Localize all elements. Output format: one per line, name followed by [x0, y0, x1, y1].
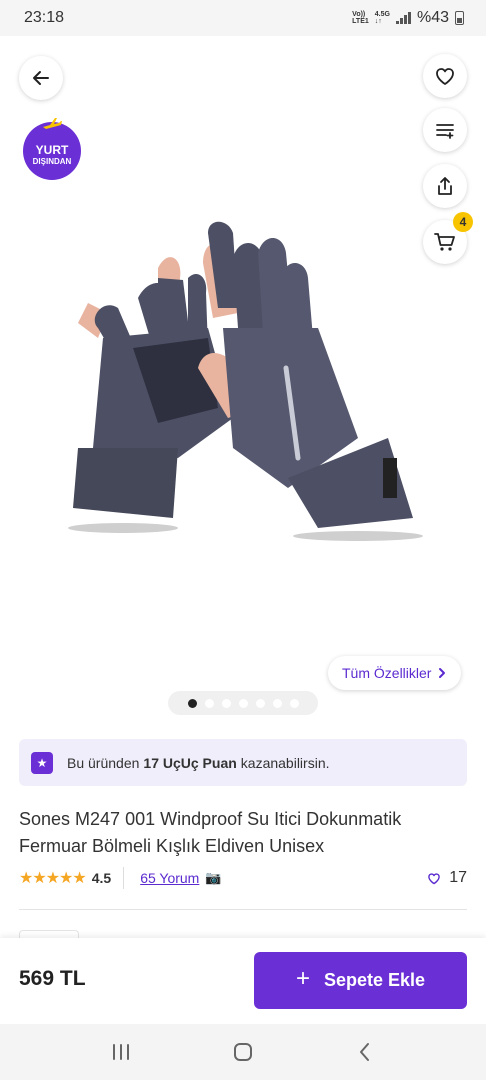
share-icon [438, 177, 452, 195]
badge-line-1: YURT [35, 142, 69, 157]
camera-icon: 📷 [205, 870, 222, 885]
back-button[interactable] [19, 56, 63, 100]
compare-button[interactable] [423, 108, 467, 152]
favorites-count[interactable]: 17 [427, 869, 469, 887]
badge-line-2: DIŞINDAN [32, 156, 72, 166]
carousel-dot[interactable] [289, 698, 299, 708]
favorites-value: 17 [449, 869, 467, 886]
product-price: 569 TL [19, 967, 86, 990]
back-system-button[interactable] [345, 1032, 385, 1072]
battery-icon [455, 11, 464, 25]
heart-icon [428, 872, 440, 884]
status-bar: 23:18 Vo)) LTE1 4.5G ↓↑ %43 [0, 0, 486, 36]
add-to-cart-button[interactable]: + Sepete Ekle [254, 952, 467, 1009]
status-icons: Vo)) LTE1 4.5G ↓↑ %43 [352, 9, 464, 27]
chevron-left-icon [360, 1043, 369, 1061]
ticket-star-icon: ★ [31, 751, 53, 774]
network-type-indicator: 4.5G ↓↑ [375, 11, 390, 25]
recent-apps-button[interactable] [101, 1032, 141, 1072]
cart-button[interactable]: 4 [423, 212, 473, 264]
battery-percent: %43 [416, 9, 449, 26]
plus-icon: + [295, 965, 310, 992]
points-suffix: kazanabilirsin. [240, 754, 330, 771]
carousel-dot[interactable] [272, 698, 282, 708]
home-icon [234, 1043, 252, 1061]
product-image [68, 221, 423, 541]
carousel-indicator[interactable] [168, 691, 318, 715]
network-type-label: 4.5G [374, 11, 390, 18]
star-rating-icon: ★★★★★ [19, 870, 87, 887]
signal-icon [395, 12, 411, 24]
bottom-purchase-bar: 569 TL + Sepete Ekle [0, 938, 486, 1024]
share-button[interactable] [423, 164, 467, 208]
carousel-dot[interactable] [238, 698, 248, 708]
cart-icon [434, 233, 455, 251]
airplane-icon [43, 118, 62, 129]
compare-list-icon [436, 124, 454, 139]
rating-row: ★★★★★ 4.5 65 Yorum 📷 17 [19, 866, 469, 890]
heart-icon [436, 68, 454, 85]
right-glove-shape [198, 221, 413, 528]
carousel-dot[interactable] [255, 698, 265, 708]
carousel-dot[interactable] [221, 698, 231, 708]
product-title: Sones M247 001 Windproof Su Itici Dokunm… [19, 809, 402, 856]
chevron-right-icon [439, 668, 446, 678]
points-prefix: Bu üründen [67, 754, 140, 771]
add-to-cart-label: Sepete Ekle [323, 970, 426, 990]
favorite-button[interactable] [423, 54, 467, 98]
volte-indicator: Vo)) LTE1 [352, 11, 369, 25]
reviews-link[interactable]: 65 Yorum [140, 870, 199, 886]
divider [123, 867, 125, 889]
international-badge: YURT DIŞINDAN [23, 118, 81, 180]
home-button[interactable] [223, 1032, 263, 1072]
system-navigation-bar [0, 1024, 486, 1080]
status-time: 23:18 [24, 9, 65, 26]
product-gallery[interactable]: 4 YURT DIŞINDAN Tüm Özellikler [0, 36, 486, 726]
carousel-dot[interactable] [204, 698, 214, 708]
data-activity-label: ↓↑ [374, 18, 382, 25]
left-glove-shape [73, 257, 233, 518]
volte-label: Vo)) [352, 11, 366, 18]
section-divider [19, 909, 467, 910]
all-specs-label: Tüm Özellikler [342, 665, 432, 681]
carousel-dot[interactable] [187, 698, 197, 708]
cart-count-badge: 4 [453, 212, 473, 232]
lte-label: LTE1 [352, 18, 369, 25]
points-amount: 17 UçUç Puan [143, 754, 237, 771]
rating-value: 4.5 [91, 870, 112, 886]
recent-apps-icon [113, 1044, 129, 1060]
all-specs-button[interactable]: Tüm Özellikler [328, 656, 462, 690]
points-banner: ★ Bu üründen 17 UçUç Puan kazanabilirsin… [19, 739, 467, 786]
arrow-left-icon [33, 71, 49, 85]
